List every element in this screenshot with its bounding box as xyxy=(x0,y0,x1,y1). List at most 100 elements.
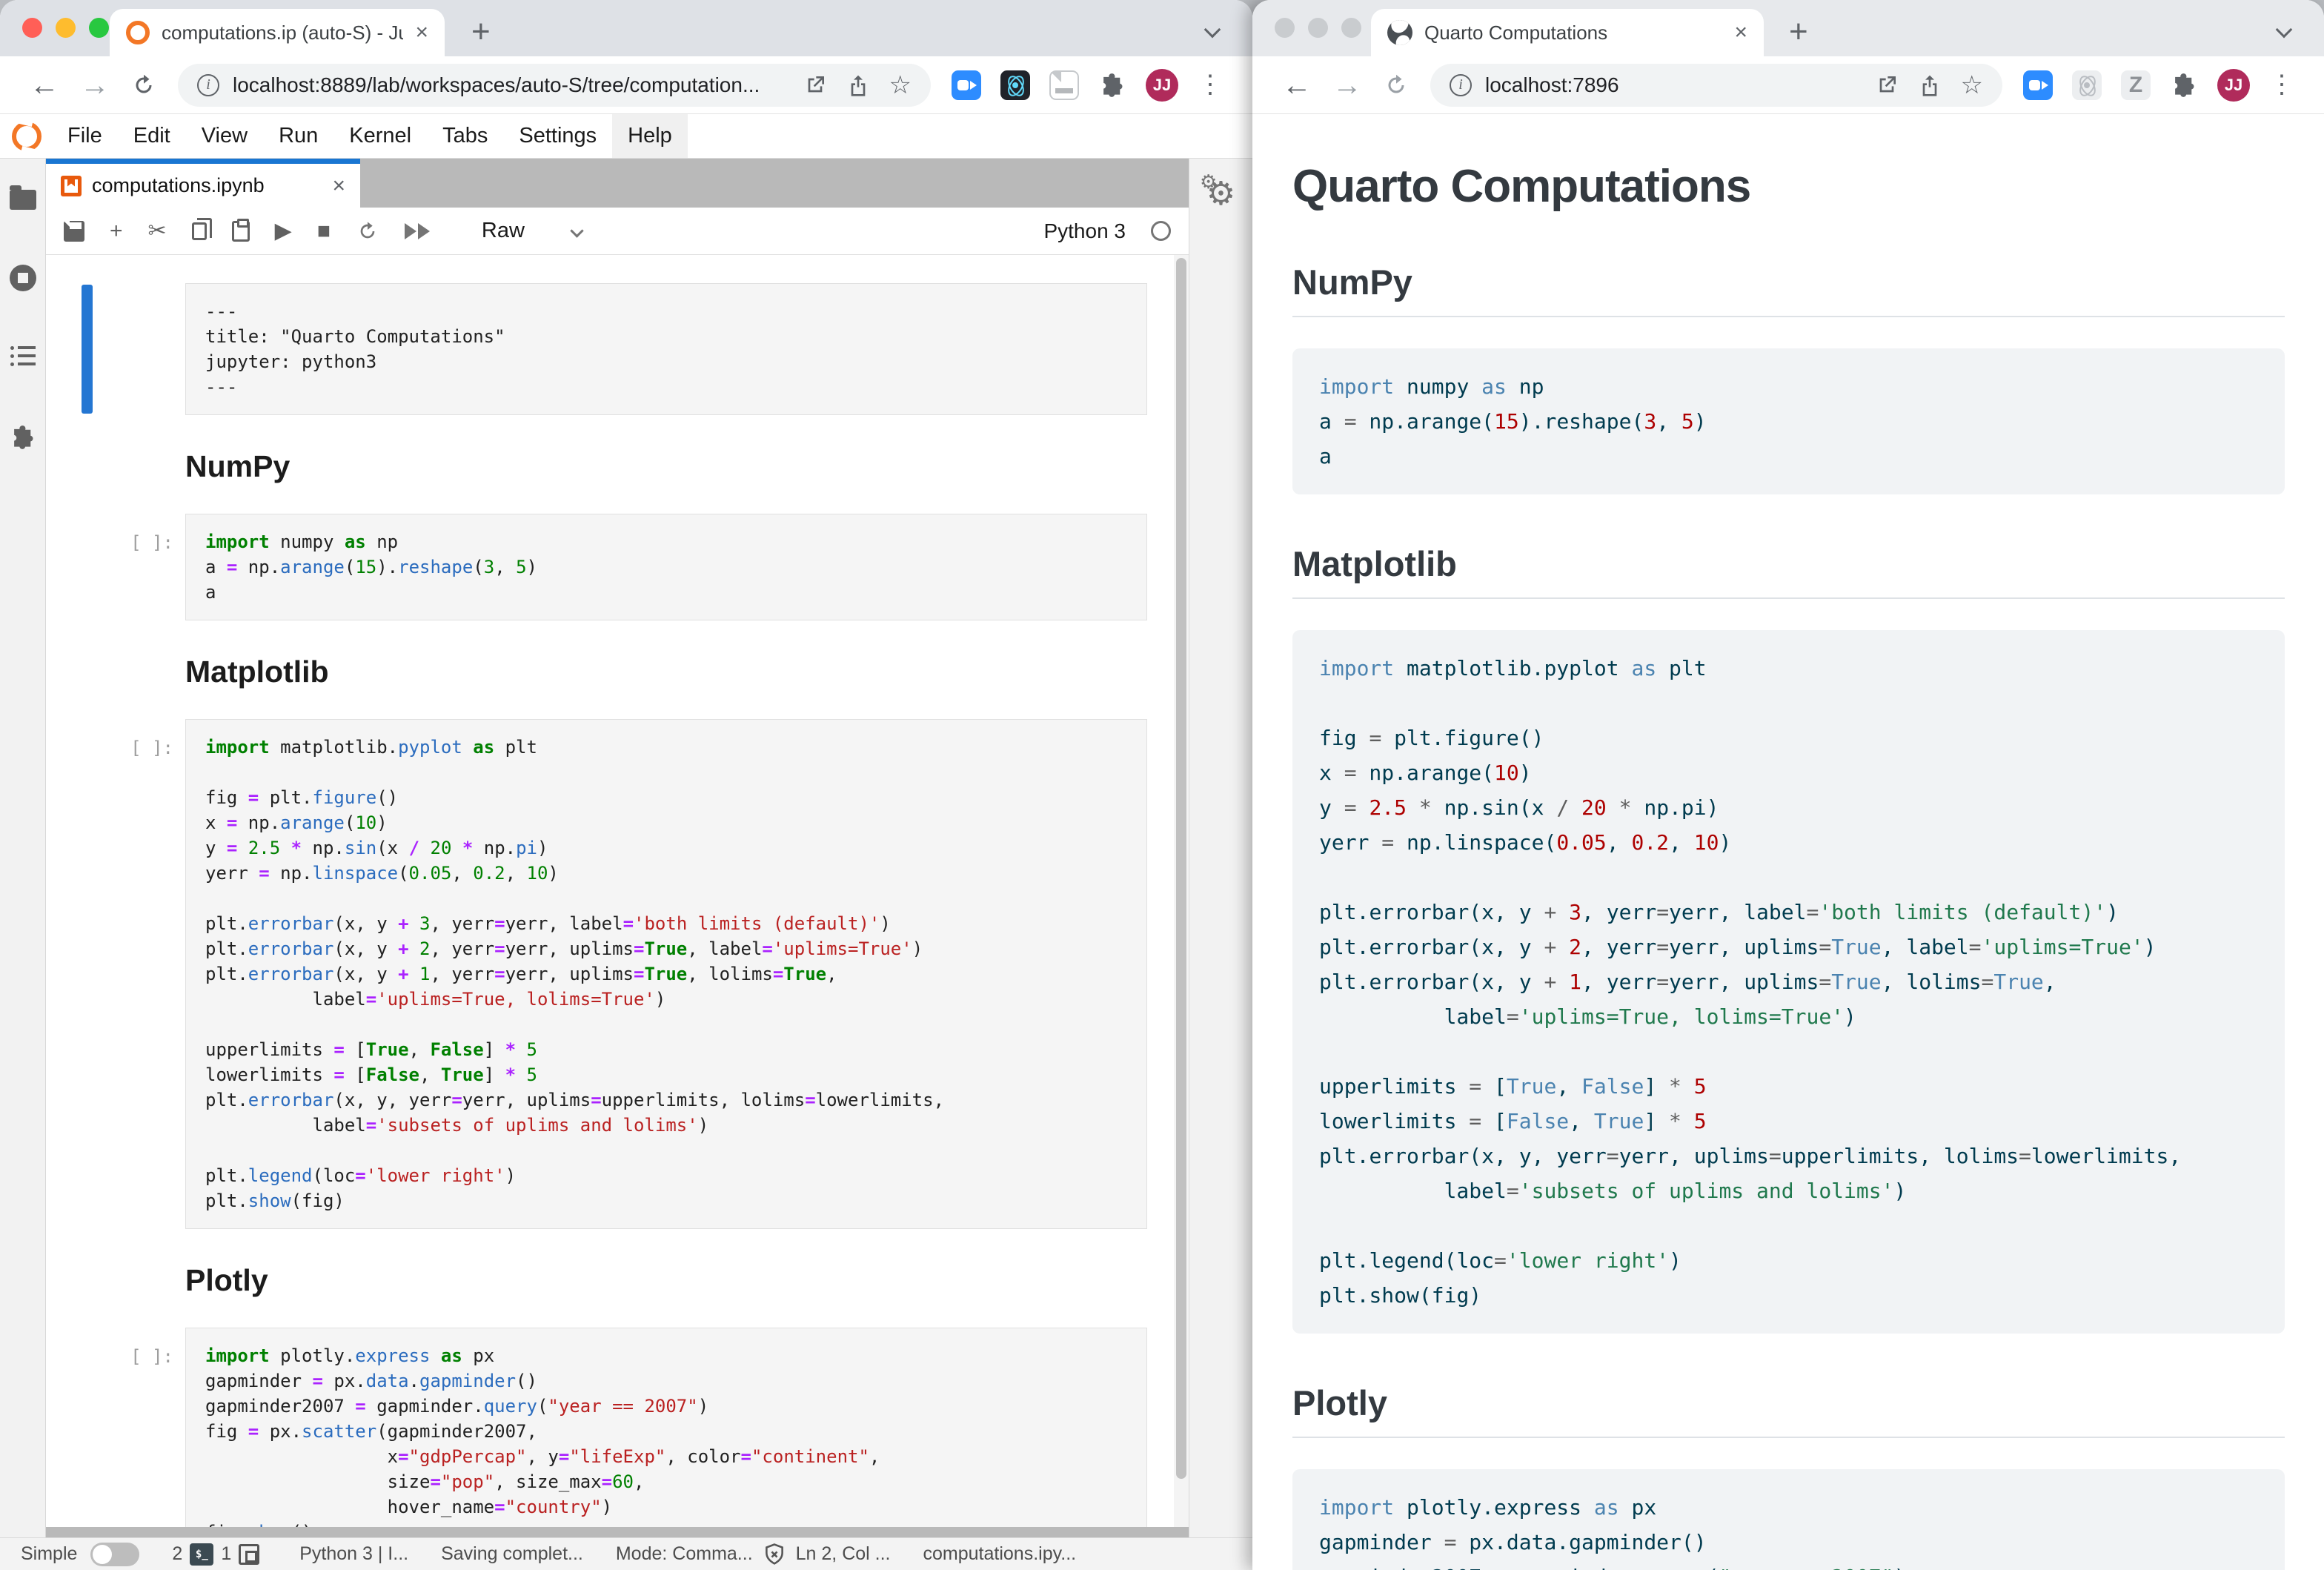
browser-tab[interactable]: Quarto Computations × xyxy=(1371,9,1764,56)
save-icon[interactable] xyxy=(64,221,84,242)
globe-favicon xyxy=(1387,20,1412,45)
raw-cell-editor[interactable]: ---title: "Quarto Computations"jupyter: … xyxy=(185,283,1147,415)
address-bar[interactable]: i localhost:8889/lab/workspaces/auto-S/t… xyxy=(178,64,931,107)
share-icon[interactable] xyxy=(846,73,870,97)
notebook-tab[interactable]: computations.ipynb × xyxy=(46,159,360,208)
restart-kernel-icon[interactable] xyxy=(356,219,379,243)
browser-menu-icon[interactable]: ⋮ xyxy=(2269,73,2294,96)
running-kernels-icon[interactable] xyxy=(10,265,36,291)
code-block-matplotlib: import matplotlib.pyplot as plt fig = pl… xyxy=(1292,630,2285,1334)
code-editor[interactable]: import plotly.express as pxgapminder = p… xyxy=(185,1328,1147,1527)
quarto-page: Quarto Computations NumPy import numpy a… xyxy=(1252,114,2324,1570)
menu-help[interactable]: Help xyxy=(612,114,688,158)
dock-tab-bar: computations.ipynb × xyxy=(46,159,1189,208)
maximize-window-button[interactable] xyxy=(89,18,109,38)
notebook-file-icon xyxy=(61,176,82,196)
menu-kernel[interactable]: Kernel xyxy=(333,114,427,158)
forward-button[interactable]: → xyxy=(80,70,110,100)
window-controls[interactable] xyxy=(1275,18,1361,38)
open-in-window-icon[interactable] xyxy=(1875,73,1899,97)
cell-prompt: [ ]: xyxy=(87,514,185,620)
code-cell-numpy[interactable]: [ ]: import numpy as npa = np.arange(15)… xyxy=(87,514,1147,620)
profile-avatar[interactable]: JJ xyxy=(1146,69,1178,102)
share-icon[interactable] xyxy=(1918,73,1942,97)
extension-manager-icon[interactable] xyxy=(9,423,37,451)
zotero-extension-icon[interactable]: Z xyxy=(2121,70,2151,100)
browser-window-jupyterlab: computations.ip (auto-S) - Jup × + ← → i… xyxy=(0,0,1252,1570)
reload-button[interactable] xyxy=(130,72,157,99)
stop-kernel-icon[interactable]: ■ xyxy=(317,220,331,242)
cursor-position[interactable]: Ln 2, Col ... xyxy=(796,1543,891,1565)
reload-button[interactable] xyxy=(1383,72,1410,99)
code-editor[interactable]: import numpy as npa = np.arange(15).resh… xyxy=(185,514,1147,620)
menu-view[interactable]: View xyxy=(186,114,263,158)
menu-tabs[interactable]: Tabs xyxy=(427,114,503,158)
menu-edit[interactable]: Edit xyxy=(118,114,186,158)
menu-file[interactable]: File xyxy=(52,114,118,158)
raw-cell[interactable]: ---title: "Quarto Computations"jupyter: … xyxy=(87,283,1147,415)
extensions-puzzle-icon[interactable] xyxy=(2170,71,2198,99)
paste-cell-icon[interactable] xyxy=(232,221,250,242)
browser-menu-icon[interactable]: ⋮ xyxy=(1198,73,1223,96)
copy-cell-icon[interactable] xyxy=(192,222,207,240)
property-inspector-icon[interactable]: ⚙ xyxy=(1200,170,1217,193)
window-controls[interactable] xyxy=(22,18,109,38)
run-all-icon[interactable] xyxy=(405,223,431,239)
react-devtools-extension-icon[interactable] xyxy=(2072,70,2102,100)
tab-search-chevron-icon[interactable] xyxy=(1204,21,1221,39)
minimize-window-button[interactable] xyxy=(1308,18,1328,38)
markdown-heading-matplotlib[interactable]: Matplotlib xyxy=(185,655,1147,689)
close-notebook-icon[interactable]: × xyxy=(332,175,345,197)
cell-type-select[interactable]: Raw xyxy=(482,219,525,243)
table-of-contents-icon[interactable] xyxy=(10,346,36,368)
close-tab-icon[interactable]: × xyxy=(415,21,428,44)
code-cell-plotly[interactable]: [ ]: import plotly.express as pxgapminde… xyxy=(87,1328,1147,1527)
run-cell-icon[interactable]: ▶ xyxy=(275,220,292,242)
minimize-window-button[interactable] xyxy=(56,18,76,38)
markdown-heading-numpy[interactable]: NumPy xyxy=(185,449,1147,484)
close-window-button[interactable] xyxy=(22,18,42,38)
react-devtools-extension-icon[interactable] xyxy=(1000,70,1030,100)
extensions-puzzle-icon[interactable] xyxy=(1098,71,1126,99)
trust-shield-icon[interactable] xyxy=(762,1542,787,1567)
tab-search-chevron-icon[interactable] xyxy=(2276,21,2293,39)
bookmark-star-icon[interactable]: ☆ xyxy=(1961,73,1983,98)
code-cell-matplotlib[interactable]: [ ]: import matplotlib.pyplot as plt fig… xyxy=(87,719,1147,1229)
back-button[interactable]: ← xyxy=(30,70,59,100)
back-button[interactable]: ← xyxy=(1282,70,1312,100)
status-bar: Simple 2 $_ 1 Python 3 | I... Saving com… xyxy=(0,1537,1252,1570)
cell-type-chevron-icon[interactable] xyxy=(570,224,583,237)
open-in-window-icon[interactable] xyxy=(803,73,827,97)
forward-button[interactable]: → xyxy=(1332,70,1362,100)
menu-run[interactable]: Run xyxy=(263,114,333,158)
cell-prompt: [ ]: xyxy=(87,1328,185,1527)
document-extension-icon[interactable] xyxy=(1049,70,1079,100)
kernel-status-text[interactable]: Python 3 | I... xyxy=(299,1543,408,1565)
active-cell-indicator xyxy=(82,285,93,414)
cut-cell-icon[interactable]: ✂ xyxy=(148,220,167,242)
kernel-status-icon xyxy=(1151,221,1171,241)
close-window-button[interactable] xyxy=(1275,18,1295,38)
zoom-extension-icon[interactable] xyxy=(952,70,981,100)
code-editor[interactable]: import matplotlib.pyplot as plt fig = pl… xyxy=(185,719,1147,1229)
file-browser-icon[interactable] xyxy=(10,190,36,210)
url-text: localhost:7896 xyxy=(1485,73,1862,97)
menu-settings[interactable]: Settings xyxy=(503,114,612,158)
site-info-icon[interactable]: i xyxy=(1450,74,1472,96)
new-tab-button[interactable]: + xyxy=(1789,13,1808,50)
close-tab-icon[interactable]: × xyxy=(1734,21,1747,44)
simple-mode-toggle[interactable] xyxy=(90,1543,139,1566)
new-tab-button[interactable]: + xyxy=(471,13,491,50)
section-heading-numpy: NumPy xyxy=(1292,262,2285,317)
browser-tab[interactable]: computations.ip (auto-S) - Jup × xyxy=(110,9,445,56)
profile-avatar[interactable]: JJ xyxy=(2217,69,2250,102)
site-info-icon[interactable]: i xyxy=(197,74,219,96)
maximize-window-button[interactable] xyxy=(1341,18,1361,38)
zoom-extension-icon[interactable] xyxy=(2023,70,2053,100)
kernel-name[interactable]: Python 3 xyxy=(1043,219,1126,243)
bookmark-star-icon[interactable]: ☆ xyxy=(889,73,912,98)
address-bar[interactable]: i localhost:7896 ☆ xyxy=(1430,64,2002,107)
markdown-heading-plotly[interactable]: Plotly xyxy=(185,1263,1147,1298)
notebook-scrollbar[interactable] xyxy=(1174,255,1189,1527)
add-cell-icon[interactable]: + xyxy=(110,220,123,242)
